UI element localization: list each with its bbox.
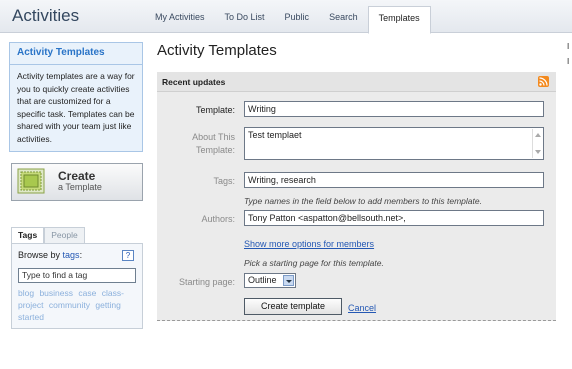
browse-prefix: Browse by <box>18 250 61 260</box>
about-label-line1: About This <box>192 132 235 142</box>
starting-page-select[interactable]: Outline <box>244 273 296 288</box>
app-header: Activities My Activities To Do List Publ… <box>0 0 572 34</box>
tags-field[interactable]: Writing, research <box>244 172 544 188</box>
create-button-label: Create <box>58 169 96 183</box>
tab-public[interactable]: Public <box>275 6 320 33</box>
info-box: Activity Templates Activity templates ar… <box>9 42 143 152</box>
tag-link[interactable]: blog <box>18 288 34 298</box>
help-icon[interactable]: ? <box>122 250 134 261</box>
tag-link[interactable]: started <box>18 312 44 322</box>
template-form-panel: Recent updates Template: Writing About T… <box>157 72 556 321</box>
authors-label: Authors: <box>201 214 235 224</box>
info-title: Activity Templates <box>10 47 142 65</box>
panel-title: Recent updates <box>162 77 226 87</box>
page-title: Activity Templates <box>157 42 277 59</box>
scroll-up-icon[interactable] <box>535 133 541 137</box>
starting-page-hint: Pick a starting page for this template. <box>244 258 384 268</box>
show-more-options-link[interactable]: Show more options for members <box>244 239 374 249</box>
rss-icon[interactable] <box>538 76 549 87</box>
edge-mark: I <box>567 57 570 66</box>
starting-page-label: Starting page: <box>178 277 235 287</box>
tag-link[interactable]: getting <box>95 300 121 310</box>
about-template-value: Test templaet <box>248 130 302 140</box>
info-text: Activity templates are a way for you to … <box>17 71 135 144</box>
tags-panel-tabs: Tags People <box>11 227 143 243</box>
create-template-button[interactable]: Create a Template <box>11 163 143 201</box>
tag-link[interactable]: business <box>39 288 73 298</box>
about-label-line2: Template: <box>195 145 235 155</box>
tags-panel: Tags People Browse by tags: ? Type to fi… <box>11 227 143 329</box>
template-name-field[interactable]: Writing <box>244 101 544 117</box>
tab-search[interactable]: Search <box>319 6 368 33</box>
app-title: Activities <box>12 6 80 25</box>
tags-label: Tags: <box>213 176 235 186</box>
main-nav: My Activities To Do List Public Search T… <box>145 6 431 34</box>
sidebar: Activity Templates Activity templates ar… <box>9 42 143 329</box>
tags-body: Browse by tags: ? Type to find a tag blo… <box>11 243 143 329</box>
template-icon <box>17 168 47 196</box>
authors-field[interactable]: Tony Patton <aspatton@bellsouth.net>, <box>244 210 544 226</box>
edge-mark: I <box>567 42 570 51</box>
chevron-down-icon[interactable] <box>283 275 294 286</box>
browse-by-tags: Browse by tags: <box>18 250 136 260</box>
tag-link[interactable]: community <box>49 300 90 310</box>
scroll-down-icon[interactable] <box>535 150 541 154</box>
tab-people[interactable]: People <box>44 227 85 243</box>
browse-suffix: : <box>79 250 83 260</box>
tag-search-input[interactable]: Type to find a tag <box>18 268 136 283</box>
members-hint: Type names in the field below to add mem… <box>244 196 482 206</box>
create-button-sublabel: a Template <box>58 182 102 192</box>
tag-link[interactable]: case <box>78 288 96 298</box>
tab-to-do-list[interactable]: To Do List <box>215 6 275 33</box>
tag-cloud: blog business case class-project communi… <box>18 287 136 323</box>
starting-page-value: Outline <box>248 275 277 285</box>
template-label: Template: <box>195 105 235 115</box>
cancel-link[interactable]: Cancel <box>348 303 376 313</box>
browse-tags-link[interactable]: tags <box>63 250 80 260</box>
about-template-textarea[interactable]: Test templaet <box>244 127 544 160</box>
panel-header: Recent updates <box>157 72 556 92</box>
tab-tags[interactable]: Tags <box>11 227 45 243</box>
tab-my-activities[interactable]: My Activities <box>145 6 215 33</box>
tab-templates[interactable]: Templates <box>367 6 431 34</box>
create-template-submit-button[interactable]: Create template <box>244 298 342 315</box>
textarea-scrollbar[interactable] <box>532 129 542 158</box>
